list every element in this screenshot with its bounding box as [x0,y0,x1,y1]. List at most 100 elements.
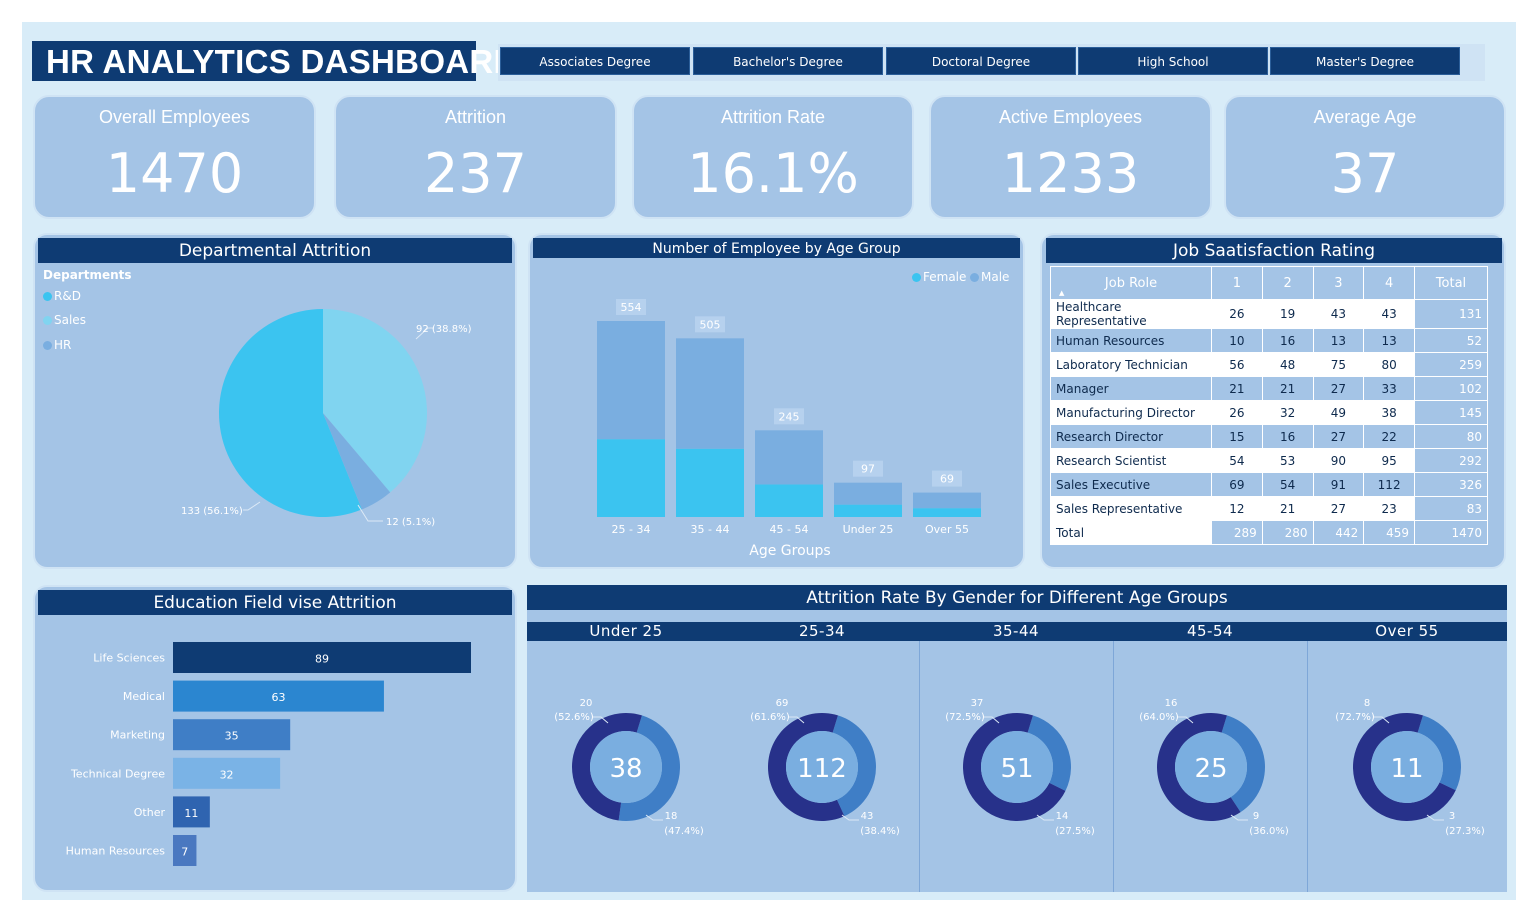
table-row[interactable]: Research Scientist 54 53 90 95 292 [1050,448,1488,473]
donut-bottom-value: 43 [861,811,874,822]
job-satisfaction-table: Job Role ▲ 1 2 3 4 Total Healthcare Repre… [1050,266,1488,545]
cell-job-role: Healthcare Representative [1050,299,1212,329]
kpi-label: Average Age [1313,107,1417,127]
cell-rating-3: 91 [1312,472,1365,497]
table-row[interactable]: Sales Representative 12 21 27 23 83 [1050,496,1488,521]
cell-rating-1: 26 [1211,299,1263,329]
cell-rating-4: 95 [1363,448,1415,473]
total-label: Total [1050,520,1212,545]
bar-male[interactable] [755,430,823,485]
table-row[interactable]: Sales Executive 69 54 91 112 326 [1050,472,1488,497]
education-bars: Life Sciences 89 Medical 63 Marketing 35 Techn… [66,642,471,866]
donut-center-value: 11 [1390,754,1423,784]
bar-female[interactable] [755,484,823,517]
bar-female[interactable] [676,448,744,517]
edu-value-label: 7 [181,846,188,859]
column-header-1[interactable]: 1 [1211,266,1263,300]
bar-total-label: 97 [861,463,875,476]
age-bar-chart: 554 25 - 34 505 35 - 44 245 45 - 54 97 Under 25… [597,299,981,559]
donut-center-value: 51 [1000,754,1033,784]
edu-category-label: Other [134,806,166,819]
slicer-doctoral-degree[interactable]: Doctoral Degree [886,47,1076,75]
page-title: HR ANALYTICS DASHBOARD [46,43,518,80]
edu-value-label: 32 [220,768,234,781]
cell-total: 80 [1414,424,1488,449]
kpi-value: 1470 [105,142,244,205]
donut-top-pct: (72.5%) [945,712,985,723]
kpi-attrition: Attrition 237 [334,95,617,219]
donut-bottom-value: 3 [1449,811,1455,822]
cell-total: 52 [1414,328,1488,353]
cell-rating-1: 12 [1211,496,1263,521]
cell-rating-2: 54 [1261,472,1314,497]
cell-job-role: Manufacturing Director [1050,400,1212,425]
column-header-3[interactable]: 3 [1312,266,1365,300]
age-x-axis-label: Age Groups [749,543,830,559]
total-cell: 459 [1363,520,1415,545]
donut-center-value: 25 [1194,754,1227,784]
x-tick-label: 25 - 34 [612,523,651,536]
donut-bottom-value: 18 [665,811,678,822]
slicer-high-school[interactable]: High School [1078,47,1268,75]
bar-total-label: 245 [779,410,800,423]
table-total-row: Total 289 280 442 459 1470 [1050,520,1488,545]
cell-total: 326 [1414,472,1488,497]
gender-age-title: Attrition Rate By Gender for Different A… [527,585,1507,610]
bar-male[interactable] [597,321,665,440]
total-cell: 289 [1211,520,1263,545]
col-title-45-54: 45-54 [1186,622,1234,640]
cell-rating-3: 75 [1312,352,1365,377]
table-row[interactable]: Manager 21 21 27 33 102 [1050,376,1488,401]
donut-bottom-pct: (27.5%) [1055,826,1095,837]
table-row[interactable]: Human Resources 10 16 13 13 52 [1050,328,1488,353]
bar-female[interactable] [834,504,902,517]
cell-rating-4: 13 [1363,328,1415,353]
donut-top-value: 16 [1165,698,1178,709]
table-row[interactable]: Manufacturing Director 26 32 49 38 145 [1050,400,1488,425]
column-header-2[interactable]: 2 [1261,266,1314,300]
cell-rating-2: 19 [1261,299,1314,329]
gender-donut-charts: 3820(52.6%)18(47.4%)11269(61.6%)43(38.4%… [554,698,1485,837]
cell-job-role: Research Scientist [1050,448,1212,473]
sort-ascending-icon[interactable]: ▲ [1059,289,1064,297]
donut-top-value: 69 [776,698,789,709]
bar-male[interactable] [676,338,744,449]
cell-rating-4: 33 [1363,376,1415,401]
x-tick-label: 45 - 54 [770,523,809,536]
donut-center-value: 112 [797,754,847,784]
bar-female[interactable] [597,439,665,517]
header-label: Job Role [1104,275,1158,291]
kpi-value: 1233 [1001,142,1140,205]
column-header-total[interactable]: Total [1414,266,1488,300]
cell-rating-4: 80 [1363,352,1415,377]
cell-total: 145 [1414,400,1488,425]
bar-male[interactable] [834,482,902,505]
edu-category-label: Medical [123,690,165,703]
donut-bottom-value: 14 [1056,811,1069,822]
table-row[interactable]: Research Director 15 16 27 22 80 [1050,424,1488,449]
donut-bottom-pct: (38.4%) [860,826,900,837]
slicer-masters-degree[interactable]: Master's Degree [1270,47,1460,75]
slicer-associates-degree[interactable]: Associates Degree [500,47,690,75]
cell-rating-1: 54 [1211,448,1263,473]
rnd-slice-label: 133 (56.1%) [181,506,243,517]
donut-top-value: 8 [1364,698,1370,709]
table-row[interactable]: Healthcare Representative 26 19 43 43 131 [1050,299,1488,329]
edu-value-label: 11 [184,807,198,820]
donut-top-pct: (72.7%) [1335,712,1375,723]
col-title-25-34: 25-34 [798,622,846,640]
x-tick-label: 35 - 44 [691,523,730,536]
cell-rating-4: 112 [1363,472,1415,497]
x-tick-label: Under 25 [843,523,894,536]
table-row[interactable]: Laboratory Technician 56 48 75 80 259 [1050,352,1488,377]
edu-value-label: 89 [315,653,329,666]
bar-male[interactable] [913,492,981,509]
donut-bottom-pct: (36.0%) [1249,826,1289,837]
column-header-job-role[interactable]: Job Role ▲ [1050,266,1212,300]
slicer-bachelors-degree[interactable]: Bachelor's Degree [693,47,883,75]
donut-top-value: 37 [971,698,984,709]
column-header-4[interactable]: 4 [1363,266,1415,300]
total-cell: 280 [1261,520,1314,545]
dept-pie-chart: 92 (38.8%) 133 (56.1%) 12 (5.1%) [181,309,472,528]
bar-female[interactable] [913,508,981,517]
